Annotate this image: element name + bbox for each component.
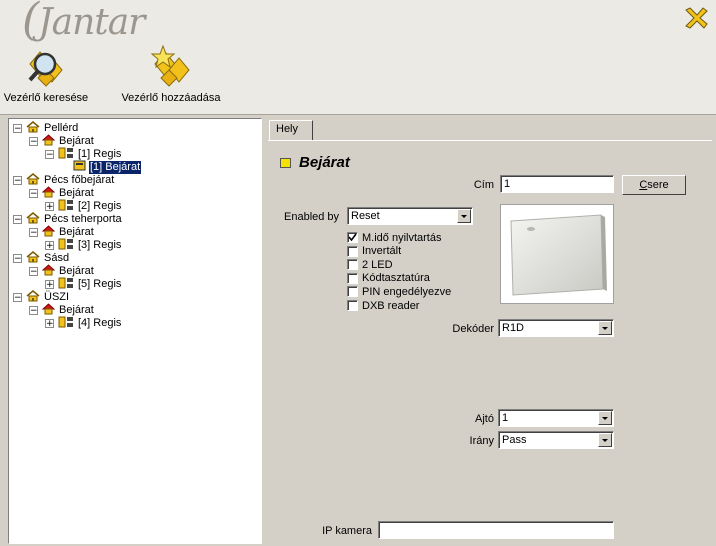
tree-item[interactable]: + [4] Regis: [45, 316, 122, 332]
card-reader-icon: [510, 214, 607, 296]
add-controller-icon: [150, 44, 190, 87]
tree-item[interactable]: − Pécs főbejárat: [13, 172, 115, 187]
irany-select[interactable]: Pass: [498, 431, 614, 449]
checkbox[interactable]: [347, 245, 358, 257]
ajto-label: Ajtó: [475, 413, 494, 425]
app-header: (Jantar: [0, 0, 716, 45]
close-icon[interactable]: [682, 4, 710, 32]
reader-device-image: [500, 204, 614, 304]
collapse-icon[interactable]: −: [45, 150, 54, 160]
controller-icon: [58, 316, 74, 332]
reader-icon: [73, 160, 86, 175]
collapse-icon[interactable]: −: [13, 124, 22, 134]
checkbox[interactable]: [347, 259, 358, 271]
checkbox-label: DXB reader: [362, 299, 420, 312]
checkbox-row[interactable]: Invertált: [347, 245, 401, 258]
collapse-icon[interactable]: −: [13, 215, 22, 225]
logo-text: Jantar: [38, 2, 145, 43]
tree-item[interactable]: + [2] Regis: [45, 199, 122, 213]
checkbox-label: Kódtasztatúra: [362, 272, 430, 285]
ajto-select[interactable]: 1: [498, 409, 614, 427]
collapse-icon[interactable]: −: [13, 176, 22, 186]
checkbox-label: PIN engedélyezve: [362, 285, 452, 298]
checkbox[interactable]: [347, 286, 358, 298]
cim-input[interactable]: 1: [500, 175, 614, 193]
enabled-by-label: Enabled by: [284, 211, 340, 223]
toolbar: Vezérlő keresése Vezérlő hozzáadása: [0, 42, 716, 115]
collapse-icon[interactable]: −: [29, 137, 38, 147]
irany-value: Pass: [502, 434, 527, 446]
tab-hely[interactable]: Hely: [269, 120, 313, 140]
controller-icon: [58, 147, 74, 163]
add-controller-label: Vezérlő hozzáadása: [121, 92, 221, 104]
ip-kamera-input[interactable]: [378, 521, 614, 539]
tree-item-label: [2] Regis: [78, 200, 122, 212]
site-tree[interactable]: − Pellérd − Bejárat − [1] Regis [1] Bejárat − Pé…: [8, 118, 262, 544]
add-controller-button[interactable]: Vezérlő hozzáadása: [118, 44, 224, 104]
tree-item-label: [1] Bejárat: [89, 161, 142, 174]
search-controller-icon: [28, 51, 63, 87]
enabled-by-select[interactable]: Reset: [347, 207, 473, 225]
expand-icon[interactable]: +: [45, 241, 54, 251]
collapse-icon[interactable]: −: [29, 189, 38, 199]
irany-label: Irány: [469, 435, 494, 447]
tab-bar: Hely: [268, 118, 712, 141]
chevron-down-icon[interactable]: [598, 411, 612, 425]
checkbox[interactable]: [347, 272, 358, 284]
csere-button[interactable]: Csere: [622, 175, 686, 195]
app-logo: (Jantar: [22, 0, 145, 45]
expand-icon[interactable]: +: [45, 280, 54, 290]
yellow-square-icon: [280, 157, 291, 168]
collapse-icon[interactable]: −: [13, 293, 22, 303]
checkbox-label: 2 LED: [362, 258, 393, 271]
tree-item-label: [4] Regis: [78, 317, 122, 329]
tree-item[interactable]: + [5] Regis: [45, 277, 122, 291]
collapse-icon[interactable]: −: [13, 254, 22, 264]
checkbox-row[interactable]: DXB reader: [347, 299, 419, 312]
dekoder-select[interactable]: R1D: [498, 319, 614, 337]
checkbox[interactable]: [347, 232, 358, 243]
checkbox-row[interactable]: Kódtasztatúra: [347, 272, 430, 285]
ajto-value: 1: [502, 412, 509, 424]
collapse-icon[interactable]: −: [29, 306, 38, 316]
tree-item[interactable]: − Pécs teherporta: [13, 211, 123, 226]
csere-label-rest: sere: [647, 179, 669, 191]
collapse-icon[interactable]: −: [29, 228, 38, 238]
section-title-text: Bejárat: [299, 154, 350, 171]
tree-item[interactable]: + [3] Regis: [45, 238, 122, 252]
checkbox-row[interactable]: 2 LED: [347, 258, 393, 271]
search-controller-button[interactable]: Vezérlő keresése: [2, 44, 90, 104]
checkbox[interactable]: [347, 300, 358, 311]
expand-icon[interactable]: +: [45, 319, 54, 329]
dekoder-label: Dekóder: [452, 323, 494, 335]
tree-item-label: [3] Regis: [78, 239, 122, 251]
chevron-down-icon[interactable]: [598, 321, 612, 335]
expand-icon[interactable]: +: [45, 202, 54, 212]
cim-label: Cím: [473, 179, 494, 191]
checkbox-label: M.idő nyilvtartás: [362, 231, 442, 244]
checkbox-row[interactable]: PIN engedélyezve: [347, 285, 451, 298]
checkbox-row[interactable]: M.idő nyilvtartás: [347, 231, 441, 244]
chevron-down-icon[interactable]: [457, 209, 471, 223]
dekoder-value: R1D: [502, 322, 525, 334]
search-controller-label: Vezérlő keresése: [3, 92, 89, 104]
checkbox-label: Invertált: [362, 245, 402, 258]
tree-item-label: [5] Regis: [78, 278, 122, 290]
chevron-down-icon[interactable]: [598, 433, 612, 447]
checkmark-icon: [348, 233, 357, 242]
tree-item[interactable]: [1] Bejárat: [73, 160, 142, 175]
collapse-icon[interactable]: −: [29, 267, 38, 277]
section-title: Bejárat: [280, 154, 350, 171]
enabled-by-value: Reset: [351, 210, 380, 222]
ip-kamera-label: IP kamera: [322, 525, 372, 537]
